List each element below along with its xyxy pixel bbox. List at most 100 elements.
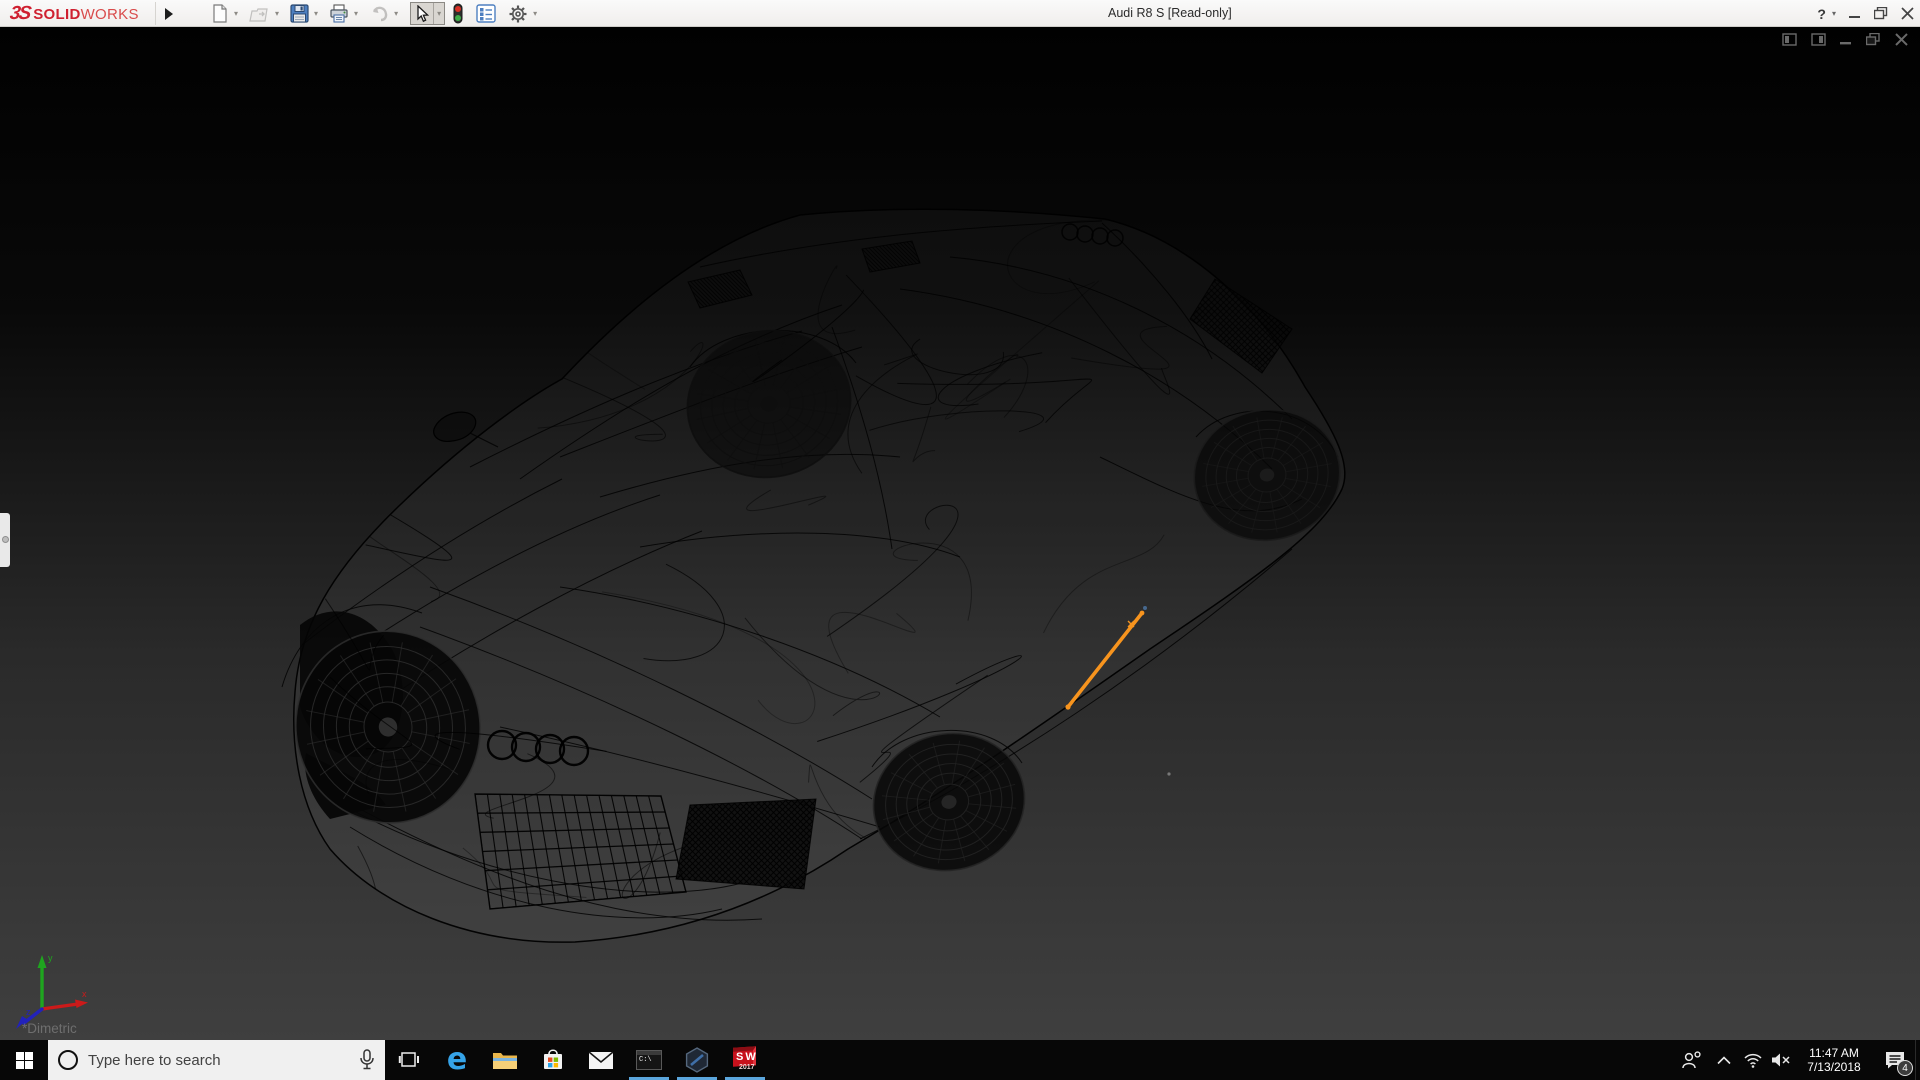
windows-logo-icon xyxy=(15,1051,33,1069)
store-icon xyxy=(544,1049,562,1069)
system-tray: 11:47 AM 7/13/2018 4 xyxy=(1675,1040,1920,1080)
store-button[interactable] xyxy=(529,1040,577,1080)
restore-button[interactable] xyxy=(1874,7,1888,20)
hexagon-app-button[interactable] xyxy=(673,1040,721,1080)
triad-y-label: y xyxy=(48,953,53,963)
command-prompt-icon: C:\ xyxy=(636,1050,662,1070)
tray-overflow-button[interactable] xyxy=(1709,1040,1739,1080)
help-dropdown-caret[interactable]: ▾ xyxy=(1832,9,1836,18)
edge-icon: e xyxy=(446,1042,468,1077)
menu-expand-arrow[interactable] xyxy=(162,4,176,23)
graphics-viewport[interactable]: y x z *Dimetric xyxy=(0,27,1920,1040)
rebuild-button[interactable] xyxy=(449,2,467,26)
selection-overlay xyxy=(1065,606,1171,776)
search-input[interactable] xyxy=(88,1051,349,1069)
people-icon xyxy=(1682,1051,1701,1069)
clock[interactable]: 11:47 AM 7/13/2018 xyxy=(1799,1040,1869,1080)
quick-toolbar: ▾ ▾ ▾ ▾ ▾ ▾ ▾ xyxy=(208,0,545,27)
settings-button[interactable] xyxy=(505,2,531,26)
wifi-button[interactable] xyxy=(1739,1040,1766,1080)
close-button[interactable] xyxy=(1901,7,1914,20)
new-document-icon xyxy=(213,4,227,23)
properties-list-icon xyxy=(476,4,496,23)
new-document-button[interactable] xyxy=(208,2,232,26)
titlebar: 3S SOLID WORKS ▾ ▾ ▾ ▾ ▾ ▾ ▾ Audi R8 S [… xyxy=(0,0,1920,27)
selected-edge[interactable] xyxy=(1065,606,1147,710)
undo-arrow-icon xyxy=(373,6,388,22)
triad-x-label: x xyxy=(82,989,87,999)
volume-button[interactable] xyxy=(1766,1040,1795,1080)
open-button[interactable] xyxy=(246,2,273,26)
hexagon-app-icon xyxy=(685,1047,709,1073)
taskbar-search[interactable] xyxy=(48,1040,385,1080)
people-button[interactable] xyxy=(1675,1040,1709,1080)
show-desktop-button[interactable] xyxy=(1915,1040,1920,1080)
doc-close-button[interactable] xyxy=(1895,33,1908,46)
notification-badge: 4 xyxy=(1897,1060,1913,1076)
undo-dropdown-caret[interactable]: ▾ xyxy=(392,9,400,18)
show-panel-left-button[interactable] xyxy=(1782,33,1797,46)
collapsed-panel-tab[interactable] xyxy=(0,513,10,567)
settings-dropdown-caret[interactable]: ▾ xyxy=(531,9,539,18)
microphone-icon[interactable] xyxy=(359,1049,375,1071)
window-title: Audi R8 S [Read-only] xyxy=(1108,6,1232,20)
clock-date: 7/13/2018 xyxy=(1807,1060,1861,1074)
print-dropdown-caret[interactable]: ▾ xyxy=(352,9,360,18)
cortana-icon xyxy=(58,1050,78,1070)
print-icon xyxy=(330,4,348,23)
solidworks-app-button[interactable]: SW 2017 xyxy=(721,1040,769,1080)
save-floppy-icon xyxy=(290,4,309,23)
doc-restore-button[interactable] xyxy=(1866,33,1881,46)
task-view-icon xyxy=(398,1052,419,1067)
ds-logo-mark: 3S xyxy=(8,3,31,24)
taskbar-app-icons: e C:\ SW 2017 xyxy=(385,1040,769,1080)
minimize-button[interactable] xyxy=(1849,8,1861,20)
mail-icon xyxy=(588,1050,614,1069)
stray-vertex-dot xyxy=(1167,772,1171,776)
file-explorer-icon xyxy=(493,1053,517,1069)
save-button[interactable] xyxy=(287,2,312,26)
select-cursor-icon xyxy=(417,4,430,22)
edge-button[interactable]: e xyxy=(433,1040,481,1080)
select-dropdown-caret[interactable]: ▾ xyxy=(433,3,444,24)
brand-works: WORKS xyxy=(80,6,139,23)
action-center-button[interactable]: 4 xyxy=(1875,1040,1915,1080)
help-button[interactable]: ? xyxy=(1817,6,1826,22)
show-panel-right-button[interactable] xyxy=(1811,33,1826,46)
file-explorer-button[interactable] xyxy=(481,1040,529,1080)
open-folder-icon xyxy=(249,7,268,22)
wifi-icon xyxy=(1743,1053,1762,1068)
document-window-controls xyxy=(1782,33,1908,46)
windows-taskbar: e xyxy=(0,1040,1920,1080)
solidworks-2017-icon: SW 2017 xyxy=(731,1046,759,1074)
traffic-light-icon xyxy=(453,3,463,24)
gear-icon xyxy=(509,5,527,22)
right-triangle-icon xyxy=(165,7,173,20)
volume-muted-icon xyxy=(1771,1053,1790,1067)
task-view-button[interactable] xyxy=(385,1040,433,1080)
mail-button[interactable] xyxy=(577,1040,625,1080)
panel-tab-knob xyxy=(2,536,9,543)
chevron-up-icon xyxy=(1717,1055,1731,1064)
brand-solid: SOLID xyxy=(33,6,81,23)
clock-time: 11:47 AM xyxy=(1809,1046,1859,1060)
options-list-button[interactable] xyxy=(473,2,499,26)
new-dropdown-caret[interactable]: ▾ xyxy=(232,9,240,18)
solidworks-logo: 3S SOLID WORKS xyxy=(8,3,139,25)
open-dropdown-caret[interactable]: ▾ xyxy=(273,9,281,18)
orientation-triad: y x z xyxy=(16,953,88,1029)
select-tool-group: ▾ xyxy=(410,2,446,26)
edge-endpoint-vertex xyxy=(1143,606,1147,610)
print-button[interactable] xyxy=(326,2,352,26)
separator xyxy=(155,2,156,25)
triad-z-label: z xyxy=(26,1007,31,1017)
undo-button[interactable] xyxy=(366,2,392,26)
doc-minimize-button[interactable] xyxy=(1840,34,1852,46)
screen: 3S SOLID WORKS ▾ ▾ ▾ ▾ ▾ ▾ ▾ Audi R8 S [… xyxy=(0,0,1920,1080)
view-orientation-label: *Dimetric xyxy=(22,1021,77,1036)
command-prompt-button[interactable]: C:\ xyxy=(625,1040,673,1080)
select-button[interactable] xyxy=(411,2,433,26)
save-dropdown-caret[interactable]: ▾ xyxy=(312,9,320,18)
window-controls: ? ▾ xyxy=(1817,0,1914,27)
start-button[interactable] xyxy=(0,1040,48,1080)
